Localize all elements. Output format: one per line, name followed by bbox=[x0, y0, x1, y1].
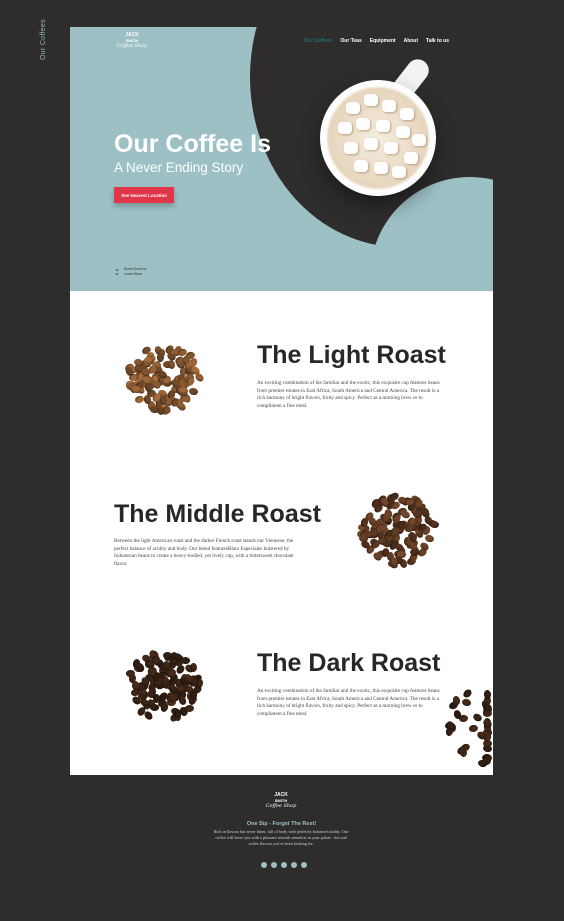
footer: JACK SMITH Coffee Shop One Sip - Forget … bbox=[70, 775, 493, 890]
scroll-down-hint[interactable]: ⌄ ⌄ Scroll Down to Learn More bbox=[114, 266, 146, 277]
coffee-bean bbox=[159, 395, 168, 406]
nav-item-our-teas[interactable]: Our Teas bbox=[340, 38, 361, 44]
coffee-bean bbox=[189, 662, 197, 672]
coffee-bean bbox=[460, 698, 472, 708]
social-icon-1[interactable] bbox=[261, 862, 267, 868]
coffee-bean bbox=[188, 387, 200, 397]
coffee-bean bbox=[163, 651, 173, 659]
coffee-bean bbox=[157, 353, 165, 363]
nav-item-talk-to-us[interactable]: Talk to us bbox=[426, 38, 449, 44]
coffee-cup-image bbox=[320, 80, 436, 196]
brand-line3: Coffee Shop bbox=[116, 43, 148, 49]
coffee-bean bbox=[452, 694, 462, 706]
coffee-bean bbox=[184, 705, 194, 713]
main-nav: Our Coffees Our Teas Equipment About Tal… bbox=[304, 38, 449, 44]
hero-subtitle: A Never Ending Story bbox=[114, 160, 244, 175]
see-nearest-location-button[interactable]: See Nearest Location bbox=[114, 187, 174, 203]
scroll-hint-line2: Learn More bbox=[123, 272, 142, 276]
footer-logo[interactable]: JACK SMITH Coffee Shop bbox=[261, 792, 301, 809]
social-icon-4[interactable] bbox=[291, 862, 297, 868]
light-roast-description: An exciting combination of the familiar … bbox=[257, 380, 440, 409]
coffee-bean bbox=[462, 688, 474, 700]
coffee-bean bbox=[137, 692, 147, 701]
nav-item-our-coffees[interactable]: Our Coffees bbox=[304, 38, 333, 44]
social-links bbox=[261, 862, 307, 868]
social-icon-5[interactable] bbox=[301, 862, 307, 868]
footer-description: Rich in flavour but never bitter, full o… bbox=[213, 829, 349, 846]
light-roast-title: The Light Roast bbox=[257, 341, 446, 369]
coffee-bean bbox=[468, 724, 479, 733]
side-label: Our Coffees bbox=[40, 19, 47, 60]
coffee-bean bbox=[472, 712, 484, 724]
middle-roast-description: Between the light American roast and the… bbox=[114, 538, 294, 567]
coffee-bean bbox=[482, 709, 493, 717]
page: JACK SMITH Coffee Shop Our Coffees Our T… bbox=[70, 27, 493, 890]
coffee-bean bbox=[150, 703, 160, 712]
brand-logo[interactable]: JACK SMITH Coffee Shop bbox=[112, 32, 152, 49]
dark-roast-title: The Dark Roast bbox=[257, 649, 441, 677]
dark-roast-description: An exciting combination of the familiar … bbox=[257, 688, 440, 717]
chevron-down-icon: ⌄ ⌄ bbox=[114, 266, 120, 277]
nav-item-about[interactable]: About bbox=[404, 38, 418, 44]
footer-brand-line3: Coffee Shop bbox=[265, 803, 297, 809]
coffee-bean bbox=[193, 372, 206, 384]
hero-section: JACK SMITH Coffee Shop Our Coffees Our T… bbox=[70, 27, 493, 291]
social-icon-2[interactable] bbox=[271, 862, 277, 868]
middle-roast-title: The Middle Roast bbox=[114, 500, 321, 528]
hero-title: Our Coffee Is bbox=[114, 130, 271, 158]
nav-item-equipment[interactable]: Equipment bbox=[370, 38, 396, 44]
footer-tagline: One Sip - Forget The Rest! bbox=[246, 821, 317, 827]
coffee-bean bbox=[133, 395, 145, 405]
social-icon-3[interactable] bbox=[281, 862, 287, 868]
coffee-bean bbox=[195, 678, 205, 689]
